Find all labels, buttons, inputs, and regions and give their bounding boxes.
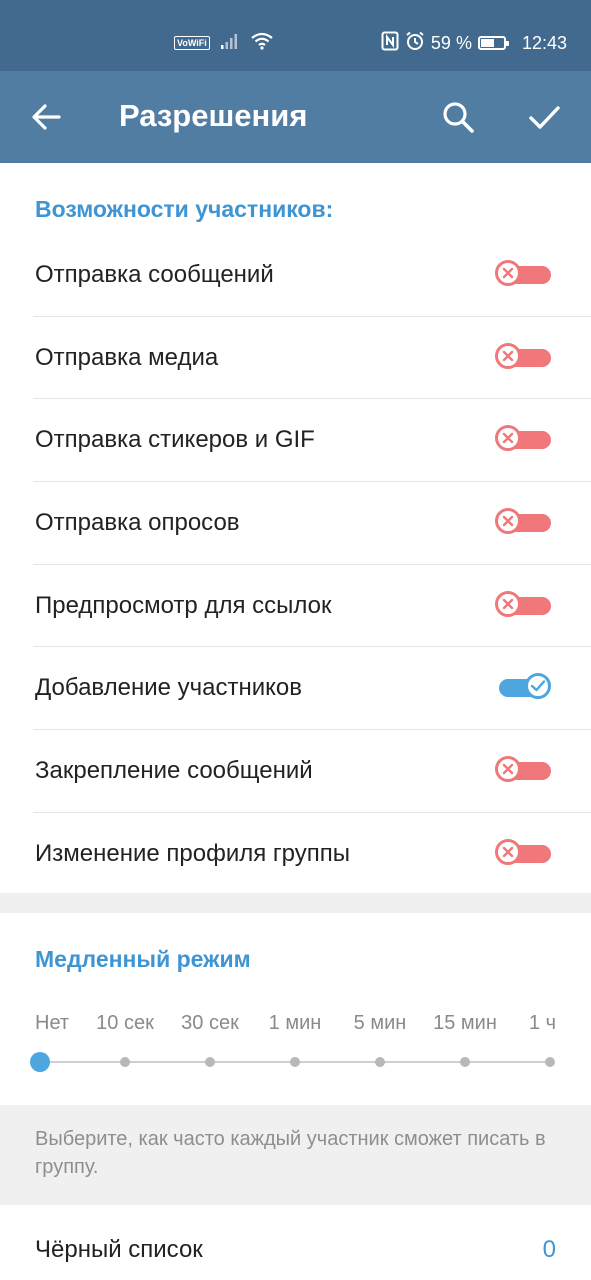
signal-icon <box>220 32 240 55</box>
permissions-list: Отправка сообщений Отправка медиа Отправка… <box>0 234 591 896</box>
x-icon <box>495 508 521 535</box>
permission-row[interactable]: Отправка сообщений <box>0 234 591 317</box>
permission-toggle[interactable] <box>493 754 557 788</box>
slow-mode-hint-box: Выберите, как часто каждый участник смож… <box>0 1105 591 1205</box>
permission-label: Отправка стикеров и GIF <box>35 426 315 454</box>
permission-label: Закрепление сообщений <box>35 757 313 785</box>
slow-mode-option[interactable]: 30 сек <box>181 1010 239 1036</box>
permission-row[interactable]: Добавление участников <box>0 647 591 731</box>
page-title: Разрешения <box>119 98 308 133</box>
permission-row[interactable]: Отправка стикеров и GIF <box>0 399 591 483</box>
permission-toggle[interactable] <box>493 341 557 375</box>
slow-mode-option[interactable]: 1 мин <box>269 1010 322 1036</box>
slider-tick <box>290 1057 300 1067</box>
checkmark-icon[interactable] <box>524 97 564 137</box>
slow-mode-option[interactable]: 5 мин <box>354 1010 407 1036</box>
permission-label: Отправка опросов <box>35 509 240 537</box>
slow-mode-labels: Нет 10 сек 30 сек 1 мин 5 мин 15 мин 1 ч <box>0 1010 591 1036</box>
x-icon <box>495 838 521 865</box>
slow-mode-option[interactable]: 1 ч <box>529 1010 556 1036</box>
permission-row[interactable]: Закрепление сообщений <box>0 730 591 813</box>
permission-label: Отправка медиа <box>35 343 219 371</box>
x-icon <box>495 590 521 617</box>
network-indicators: VoWiFi <box>174 32 274 55</box>
clock: 12:43 <box>521 32 567 53</box>
vowifi-badge: VoWiFi <box>174 36 210 50</box>
slider-tick <box>460 1057 470 1067</box>
search-icon[interactable] <box>438 97 478 137</box>
system-indicators: 59 % 12:43 <box>381 30 567 56</box>
status-bar: VoWiFi 59 % 12:43 <box>0 0 591 71</box>
permissions-header: Возможности участников: <box>35 196 334 222</box>
x-icon <box>495 342 521 369</box>
slider-tick <box>205 1057 215 1067</box>
check-icon <box>525 673 551 700</box>
slow-mode-option[interactable]: Нет <box>35 1010 69 1036</box>
blacklist-count: 0 <box>542 1236 556 1263</box>
permission-row[interactable]: Отправка опросов <box>0 482 591 565</box>
x-icon <box>495 756 521 783</box>
slider-thumb[interactable] <box>30 1052 50 1072</box>
permission-row[interactable]: Отправка медиа <box>0 317 591 400</box>
permission-toggle[interactable] <box>493 671 557 705</box>
section-divider <box>0 893 591 913</box>
permission-toggle[interactable] <box>493 258 557 292</box>
slider-tick <box>545 1057 555 1067</box>
slider-tick <box>120 1057 130 1067</box>
app-bar: Разрешения <box>0 71 591 163</box>
battery-percent: 59 % <box>430 32 472 53</box>
wifi-icon <box>250 32 274 55</box>
slow-mode-option[interactable]: 10 сек <box>96 1010 154 1036</box>
permission-label: Добавление участников <box>35 674 303 702</box>
permission-label: Предпросмотр для ссылок <box>35 591 332 619</box>
back-arrow-icon[interactable] <box>26 97 66 137</box>
x-icon <box>495 260 521 286</box>
slow-mode-option[interactable]: 15 мин <box>433 1010 497 1036</box>
slider-tick <box>375 1057 385 1067</box>
alarm-icon <box>405 31 425 56</box>
permission-row[interactable]: Предпросмотр для ссылок <box>0 565 591 648</box>
blacklist-label: Чёрный список <box>35 1236 203 1263</box>
blacklist-row[interactable]: Чёрный список 0 <box>0 1206 591 1280</box>
permission-toggle[interactable] <box>493 506 557 540</box>
nfc-icon <box>381 31 399 56</box>
permission-toggle[interactable] <box>493 423 557 457</box>
slow-mode-header: Медленный режим <box>35 946 251 972</box>
permission-label: Изменение профиля группы <box>35 839 350 867</box>
battery-icon <box>477 36 509 50</box>
slow-mode-hint: Выберите, как часто каждый участник смож… <box>35 1128 546 1178</box>
permission-toggle[interactable] <box>493 589 557 623</box>
permission-toggle[interactable] <box>493 837 557 871</box>
permission-label: Отправка сообщений <box>35 261 274 288</box>
permission-row[interactable]: Изменение профиля группы <box>0 813 591 896</box>
